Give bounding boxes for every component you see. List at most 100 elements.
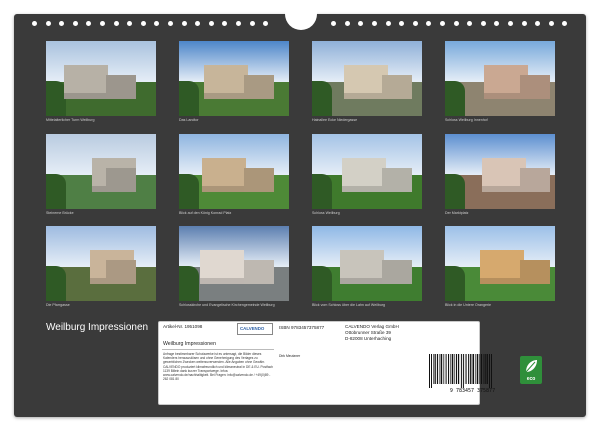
- photo-building: [244, 260, 274, 284]
- binding-hole: [521, 21, 527, 26]
- barcode-bar: [454, 354, 455, 384]
- binding-hole: [140, 21, 146, 26]
- binding-hole: [372, 21, 377, 26]
- binding-hole: [453, 21, 459, 26]
- binding-hole: [548, 21, 554, 26]
- binding-hole: [467, 21, 473, 26]
- photo-building: [106, 75, 136, 99]
- binding-hole: [535, 21, 541, 26]
- binding-hole: [440, 21, 445, 26]
- photo-caption: Das Landtor: [179, 118, 199, 122]
- binding-hole: [480, 21, 486, 26]
- barcode-bar: [444, 354, 446, 384]
- photo-thumbnail: [46, 134, 156, 209]
- photo-caption: Blick in die Untere Orangerie: [445, 303, 491, 307]
- barcode-bar: [482, 354, 484, 384]
- barcode-bar: [480, 354, 482, 384]
- author-name: Dirk Meutzner: [279, 354, 301, 358]
- binding-hole: [222, 21, 228, 26]
- photo-building: [382, 260, 412, 284]
- photo-tree: [46, 266, 66, 301]
- photo-building: [204, 65, 248, 99]
- photo-caption: Schloss Weilburg Innenhof: [445, 118, 488, 122]
- barcode-bar: [466, 354, 467, 384]
- barcode-bar: [446, 354, 447, 384]
- photo-building: [200, 250, 244, 284]
- binding-hole: [154, 21, 160, 26]
- photo-thumbnail: [312, 134, 422, 209]
- barcode-bar: [484, 354, 486, 384]
- binding-hole: [494, 21, 500, 26]
- binding-hole: [508, 21, 513, 26]
- eco-label: eco: [526, 376, 536, 382]
- binding-hole: [236, 21, 241, 26]
- binding-hole: [412, 21, 418, 26]
- photo-building: [382, 75, 412, 99]
- barcode-bar: [448, 354, 450, 384]
- photo-building: [106, 260, 136, 284]
- barcode-bar: [436, 354, 438, 384]
- binding-hole: [208, 21, 214, 26]
- barcode-bar: [479, 354, 480, 384]
- photo-building: [244, 75, 274, 99]
- barcode-number: 9 783457 375877: [449, 388, 496, 394]
- binding-hole: [249, 21, 255, 26]
- logo-text: CALVENDO: [240, 326, 265, 331]
- photo-building: [480, 250, 524, 284]
- binding-hole: [113, 21, 119, 26]
- photo-building: [202, 158, 246, 192]
- photo-building: [520, 260, 550, 284]
- barcode-bar: [472, 354, 475, 384]
- photo-tree: [179, 266, 199, 301]
- publisher-line-3: D-82008 Unterhaching: [345, 336, 392, 341]
- binding-hole: [399, 21, 405, 26]
- photo-tree: [179, 174, 199, 209]
- publisher-line-1: CALVENDO Verlag GmbH: [345, 324, 399, 329]
- photo-thumbnail: [312, 41, 422, 116]
- calendar-hanger: [285, 6, 317, 30]
- photo-caption: Hainallee Ecke Niedergasse: [312, 118, 358, 122]
- barcode-bar: [486, 354, 488, 384]
- photo-building: [106, 168, 136, 192]
- binding-hole: [344, 21, 350, 26]
- photo-building: [520, 75, 550, 99]
- barcode-bar: [434, 354, 436, 384]
- barcode: 9 783457 375877: [425, 354, 520, 396]
- photo-caption: Die Pfarrgasse: [46, 303, 70, 307]
- photo-thumbnail: [312, 226, 422, 301]
- binding-hole: [331, 21, 337, 26]
- photo-building: [340, 250, 384, 284]
- photo-caption: Schlosskirche und Evangelische Kirchenge…: [179, 303, 275, 307]
- barcode-bar: [455, 354, 457, 384]
- barcode-bar: [475, 354, 476, 384]
- barcode-bar: [489, 354, 490, 388]
- binding-hole: [385, 21, 391, 26]
- photo-caption: Steinerne Brücke: [46, 211, 74, 215]
- barcode-bar: [476, 354, 479, 384]
- barcode-bar: [443, 354, 444, 384]
- photo-thumbnail: [46, 226, 156, 301]
- binding-hole: [263, 21, 269, 26]
- photo-caption: Blick auf den König Konrad Platz: [179, 211, 232, 215]
- photo-building: [382, 168, 412, 192]
- barcode-bar: [429, 354, 430, 388]
- binding-hole: [127, 21, 133, 26]
- barcode-bar: [464, 354, 466, 384]
- photo-thumbnail: [179, 134, 289, 209]
- barcode-bar: [460, 354, 462, 388]
- binding-hole: [45, 21, 51, 26]
- barcode-bar: [457, 354, 460, 384]
- barcode-bar: [440, 354, 443, 384]
- photo-caption: Blick vom Schloss über die Lahn auf Weil…: [312, 303, 386, 307]
- photo-thumbnail: [179, 41, 289, 116]
- photo-tree: [312, 174, 332, 209]
- barcode-bar: [433, 354, 434, 384]
- binding-hole: [195, 21, 201, 26]
- photo-thumbnail: [445, 226, 555, 301]
- eco-badge: eco: [520, 356, 542, 384]
- publisher-line-2: Ottobrunner Straße 39: [345, 330, 391, 335]
- photo-caption: Der Marktplatz: [445, 211, 469, 215]
- photo-tree: [179, 81, 199, 116]
- photo-tree: [445, 81, 465, 116]
- binding-hole: [59, 21, 65, 26]
